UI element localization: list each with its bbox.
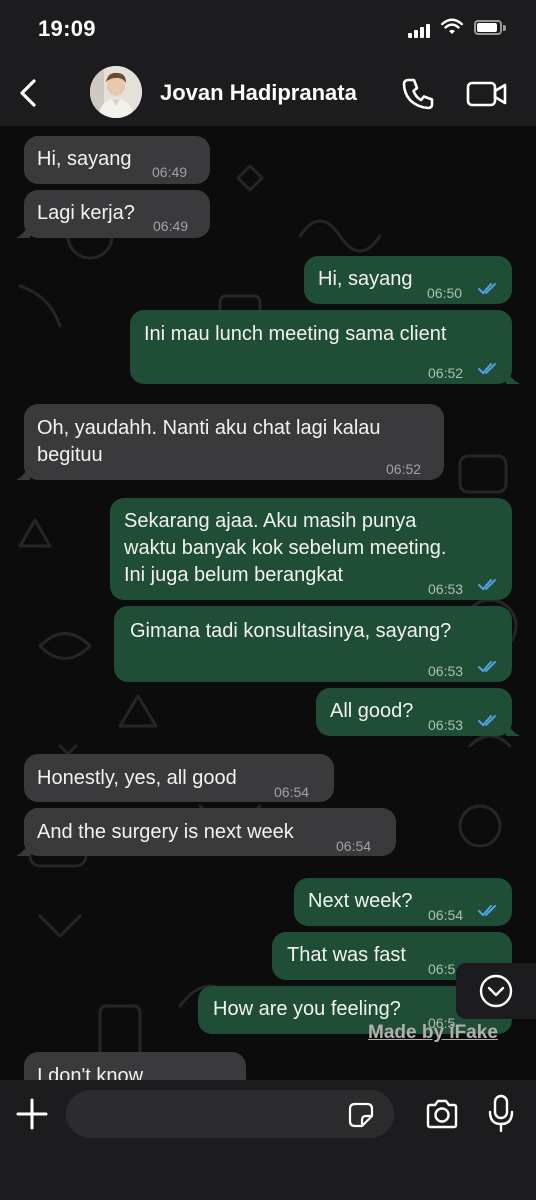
message-text: Sekarang ajaa. Aku masih punya waktu ban… bbox=[124, 510, 447, 586]
plus-icon bbox=[16, 1098, 48, 1130]
message-bubble-outgoing[interactable]: All good? 06:53 bbox=[316, 688, 512, 736]
message-time: 06:54 bbox=[336, 838, 372, 854]
voice-call-button[interactable] bbox=[398, 74, 438, 114]
chat-screen: 19:09 Jovan Hadipranata Hi, sayang 06:49… bbox=[0, 0, 536, 1200]
message-text: Honestly, yes, all good bbox=[37, 767, 237, 789]
back-chevron-icon bbox=[20, 79, 36, 107]
battery-tip bbox=[503, 25, 506, 31]
message-time: 06:52 bbox=[428, 365, 464, 381]
message-time: 06:49 bbox=[152, 164, 188, 180]
microphone-button[interactable] bbox=[486, 1094, 516, 1134]
message-text: All good? bbox=[330, 700, 414, 722]
avatar[interactable] bbox=[90, 66, 142, 118]
message-bubble-incoming[interactable]: I don't know bbox=[24, 1052, 246, 1080]
message-text: Hi, sayang bbox=[318, 268, 413, 290]
bubble-tail bbox=[506, 370, 520, 384]
watermark: Made by iFake bbox=[368, 1022, 498, 1043]
message-time: 06:53 bbox=[428, 581, 464, 597]
microphone-icon bbox=[488, 1094, 514, 1133]
message-bubble-incoming[interactable]: Oh, yaudahh. Nanti aku chat lagi kalau b… bbox=[24, 404, 444, 480]
avatar-image bbox=[90, 66, 142, 118]
message-text: How are you feeling? bbox=[213, 998, 401, 1020]
message-bubble-outgoing[interactable]: Next week? 06:54 bbox=[294, 878, 512, 926]
message-time: 06:5 bbox=[428, 961, 456, 977]
message-time: 06:54 bbox=[428, 907, 464, 923]
bubble-tail bbox=[16, 842, 30, 856]
message-bubble-outgoing[interactable]: Sekarang ajaa. Aku masih punya waktu ban… bbox=[110, 498, 512, 600]
message-text: Hi, sayang bbox=[37, 148, 132, 170]
message-bubble-incoming[interactable]: Hi, sayang 06:49 bbox=[24, 136, 210, 184]
bubble-tail bbox=[506, 722, 520, 736]
message-time: 06:49 bbox=[153, 218, 189, 234]
read-ticks-icon bbox=[478, 661, 496, 673]
read-ticks-icon bbox=[478, 905, 496, 917]
status-bar: 19:09 bbox=[0, 0, 536, 60]
message-text: I don't know bbox=[37, 1065, 144, 1080]
attach-button[interactable] bbox=[14, 1096, 50, 1132]
message-bubble-outgoing[interactable]: Hi, sayang 06:50 bbox=[304, 256, 512, 304]
sticker-button[interactable] bbox=[348, 1102, 374, 1128]
back-button[interactable] bbox=[10, 70, 46, 116]
message-time: 06:54 bbox=[274, 784, 310, 800]
message-bubble-incoming[interactable]: Honestly, yes, all good 06:54 bbox=[24, 754, 334, 802]
sticker-icon bbox=[348, 1102, 374, 1128]
chevron-down-icon bbox=[479, 974, 513, 1008]
video-camera-icon bbox=[466, 81, 507, 107]
message-input-bar bbox=[0, 1080, 536, 1200]
read-ticks-icon bbox=[478, 715, 496, 727]
message-text: That was fast bbox=[287, 944, 406, 966]
bubble-tail bbox=[16, 224, 30, 238]
camera-icon bbox=[426, 1099, 458, 1129]
message-time: 06:53 bbox=[428, 717, 464, 733]
battery-icon bbox=[474, 20, 502, 35]
message-bubble-incoming[interactable]: Lagi kerja? 06:49 bbox=[24, 190, 210, 238]
chat-header: Jovan Hadipranata bbox=[0, 60, 536, 126]
message-text: And the surgery is next week bbox=[37, 821, 294, 843]
chat-area[interactable]: Hi, sayang 06:49 Lagi kerja? 06:49 Hi, s… bbox=[0, 126, 536, 1080]
scroll-to-bottom-button[interactable] bbox=[456, 963, 536, 1019]
message-time: 06:53 bbox=[428, 663, 464, 679]
video-call-button[interactable] bbox=[465, 74, 509, 114]
status-time: 19:09 bbox=[38, 16, 96, 41]
read-ticks-icon bbox=[478, 363, 496, 375]
bubble-tail bbox=[16, 466, 30, 480]
message-bubble-incoming[interactable]: And the surgery is next week 06:54 bbox=[24, 808, 396, 856]
message-text: Lagi kerja? bbox=[37, 202, 135, 224]
message-text: Oh, yaudahh. Nanti aku chat lagi kalau b… bbox=[37, 417, 381, 466]
message-bubble-outgoing[interactable]: Ini mau lunch meeting sama client 06:52 bbox=[130, 310, 512, 384]
phone-icon bbox=[402, 78, 434, 110]
camera-button[interactable] bbox=[424, 1098, 460, 1130]
message-text: Next week? bbox=[308, 890, 413, 912]
contact-name[interactable]: Jovan Hadipranata bbox=[160, 80, 357, 106]
message-time: 06:52 bbox=[386, 461, 422, 477]
cellular-signal-icon bbox=[408, 22, 432, 38]
message-input[interactable] bbox=[66, 1090, 394, 1138]
message-text: Gimana tadi konsultasinya, sayang? bbox=[130, 620, 452, 642]
message-bubble-outgoing[interactable]: Gimana tadi konsultasinya, sayang? 06:53 bbox=[114, 606, 512, 682]
read-ticks-icon bbox=[478, 283, 496, 295]
read-ticks-icon bbox=[478, 579, 496, 591]
wifi-icon bbox=[441, 18, 463, 34]
message-time: 06:50 bbox=[427, 285, 463, 301]
message-text: Ini mau lunch meeting sama client bbox=[144, 323, 447, 345]
